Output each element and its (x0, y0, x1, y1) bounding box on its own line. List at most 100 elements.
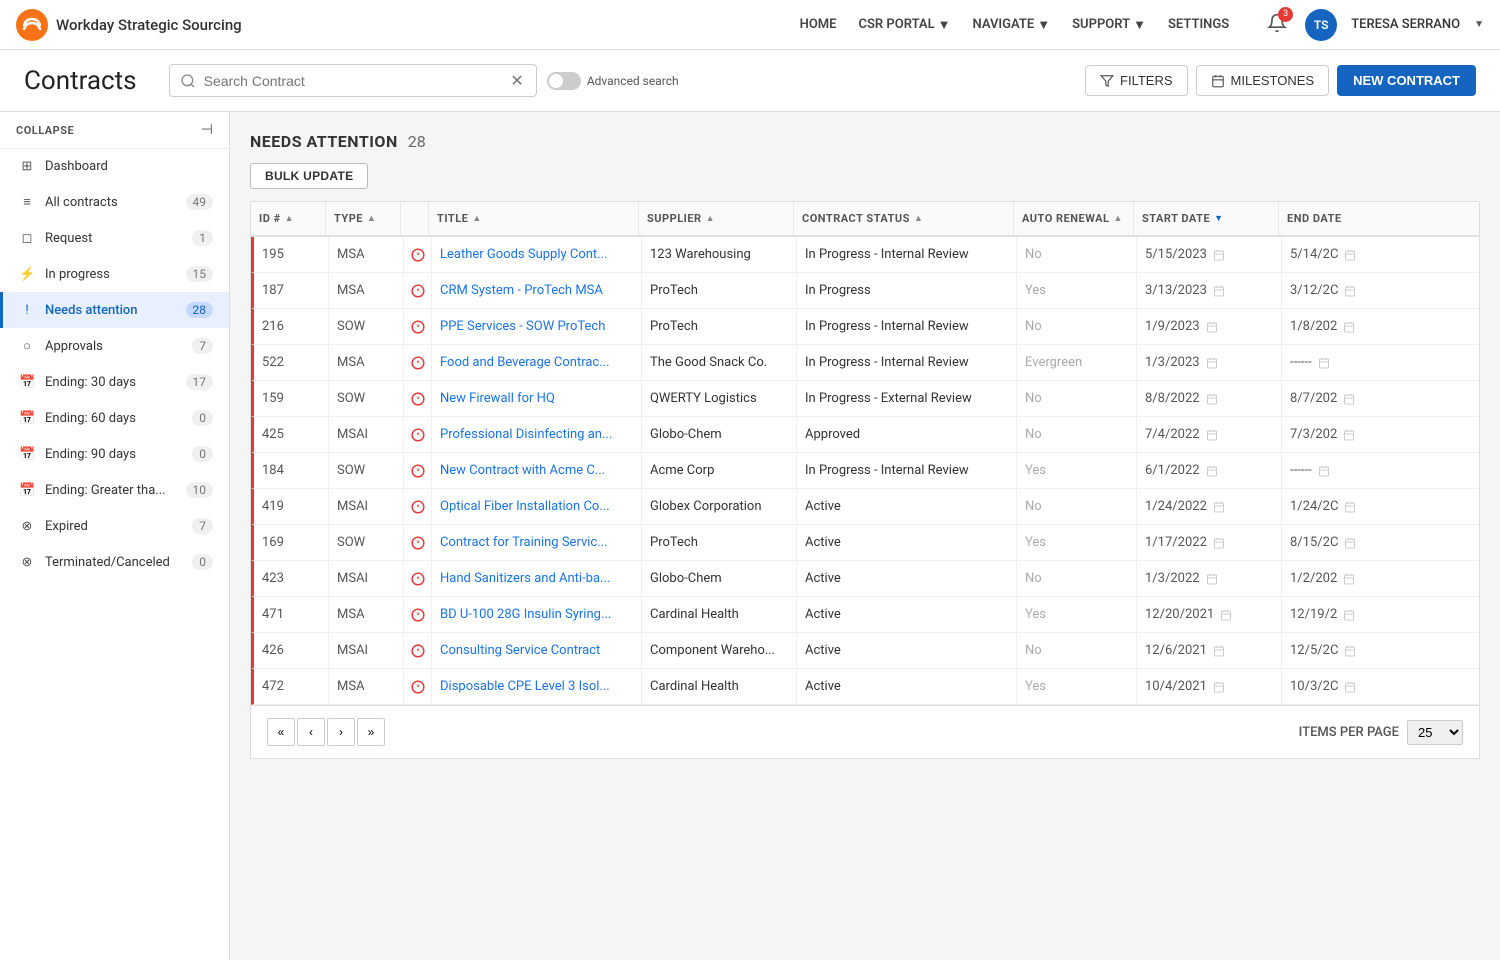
td-renewal: No (1017, 417, 1137, 452)
td-renewal: Yes (1017, 525, 1137, 560)
table-body: 195 MSA Leather Goods Supply Cont... 123… (251, 237, 1479, 705)
sidebar-item-needs-attention[interactable]: ! Needs attention 28 (0, 292, 229, 328)
td-warning-icon (404, 309, 432, 344)
td-status: Active (797, 633, 1017, 668)
nav-csr-portal[interactable]: CSR PORTAL▼ (849, 11, 961, 39)
sidebar-item-label: Ending: Greater tha... (45, 483, 176, 498)
td-warning-icon (404, 381, 432, 416)
td-renewal: No (1017, 633, 1137, 668)
td-start-date: 12/20/2021 (1137, 597, 1282, 632)
td-title[interactable]: New Contract with Acme C... (432, 453, 642, 488)
advanced-search-toggle: Advanced search (547, 72, 679, 90)
sidebar-item-label: All contracts (45, 195, 176, 210)
last-page-button[interactable]: » (357, 718, 385, 746)
sidebar-item-ending-greater[interactable]: 📅 Ending: Greater tha... 10 (0, 472, 229, 508)
date-calendar-icon (1206, 321, 1218, 333)
th-id[interactable]: ID # ▲ (251, 202, 326, 235)
clear-search-button[interactable]: ✕ (508, 71, 525, 90)
sidebar-item-in-progress[interactable]: ⚡ In progress 15 (0, 256, 229, 292)
td-title[interactable]: New Firewall for HQ (432, 381, 642, 416)
sidebar-item-label: Expired (45, 519, 182, 534)
first-page-button[interactable]: « (267, 718, 295, 746)
next-page-button[interactable]: › (327, 718, 355, 746)
td-type: MSA (329, 345, 404, 380)
td-start-date: 8/8/2022 (1137, 381, 1282, 416)
main-content: NEEDS ATTENTION 28 BULK UPDATE ID # ▲ TY… (230, 112, 1500, 960)
sidebar-item-expired[interactable]: ⊗ Expired 7 (0, 508, 229, 544)
date-calendar-icon (1213, 501, 1225, 513)
user-name[interactable]: TERESA SERRANO (1351, 17, 1460, 32)
notification-button[interactable]: 3 (1263, 9, 1291, 41)
td-status: Active (797, 489, 1017, 524)
advanced-search-label[interactable]: Advanced search (587, 74, 679, 88)
date-calendar-icon (1213, 537, 1225, 549)
td-title[interactable]: Consulting Service Contract (432, 633, 642, 668)
td-status: In Progress (797, 273, 1017, 308)
td-title[interactable]: BD U-100 28G Insulin Syring... (432, 597, 642, 632)
sidebar-item-label: Request (45, 231, 182, 246)
td-title[interactable]: Contract for Training Servic... (432, 525, 642, 560)
sidebar-item-label: In progress (45, 267, 176, 282)
th-title[interactable]: TITLE ▲ (429, 202, 639, 235)
sidebar-item-ending-60[interactable]: 📅 Ending: 60 days 0 (0, 400, 229, 436)
td-type: MSA (329, 597, 404, 632)
td-type: MSAI (329, 417, 404, 452)
sidebar-item-ending-30[interactable]: 📅 Ending: 30 days 17 (0, 364, 229, 400)
th-type[interactable]: TYPE ▲ (326, 202, 401, 235)
td-type: MSAI (329, 633, 404, 668)
sidebar-item-ending-90[interactable]: 📅 Ending: 90 days 0 (0, 436, 229, 472)
td-title[interactable]: Leather Goods Supply Cont... (432, 237, 642, 272)
sidebar-item-request[interactable]: ◻ Request 1 (0, 220, 229, 256)
td-title[interactable]: Disposable CPE Level 3 Isol... (432, 669, 642, 704)
user-avatar[interactable]: TS (1305, 9, 1337, 41)
advanced-search-switch[interactable] (547, 72, 581, 90)
new-contract-button[interactable]: NEW CONTRACT (1337, 65, 1476, 96)
td-title[interactable]: Food and Beverage Contrac... (432, 345, 642, 380)
td-status: In Progress - Internal Review (797, 345, 1017, 380)
nav-settings[interactable]: SETTINGS (1158, 11, 1239, 38)
td-supplier: Globo-Chem (642, 561, 797, 596)
bulk-update-button[interactable]: BULK UPDATE (250, 163, 368, 189)
td-supplier: Globo-Chem (642, 417, 797, 452)
table-row: 184 SOW New Contract with Acme C... Acme… (251, 453, 1479, 489)
th-start-date[interactable]: START DATE ▼ (1134, 202, 1279, 235)
td-title[interactable]: Hand Sanitizers and Anti-ba... (432, 561, 642, 596)
th-end-date[interactable]: END DATE (1279, 202, 1374, 235)
calendar-90-icon: 📅 (19, 447, 35, 462)
milestones-button[interactable]: MILESTONES (1196, 65, 1330, 96)
sidebar-item-dashboard[interactable]: ⊞ Dashboard (0, 149, 229, 184)
filters-button[interactable]: FILTERS (1085, 65, 1188, 96)
sidebar-item-terminated[interactable]: ⊗ Terminated/Canceled 0 (0, 544, 229, 580)
sort-icon: ▲ (367, 213, 376, 224)
td-title[interactable]: CRM System - ProTech MSA (432, 273, 642, 308)
th-renewal[interactable]: AUTO RENEWAL ▲ (1014, 202, 1134, 235)
sidebar-item-label: Needs attention (45, 303, 176, 318)
per-page-select[interactable]: 10 25 50 100 (1407, 720, 1463, 745)
td-title[interactable]: Professional Disinfecting an... (432, 417, 642, 452)
th-supplier[interactable]: SUPPLIER ▲ (639, 202, 794, 235)
sidebar-item-all-contracts[interactable]: ≡ All contracts 49 (0, 184, 229, 220)
td-status: In Progress - Internal Review (797, 237, 1017, 272)
td-title[interactable]: Optical Fiber Installation Co... (432, 489, 642, 524)
calendar-30-icon: 📅 (19, 375, 35, 390)
navigate-chevron-icon: ▼ (1037, 17, 1050, 33)
td-id: 471 (254, 597, 329, 632)
sidebar-item-approvals[interactable]: ○ Approvals 7 (0, 328, 229, 364)
td-type: MSA (329, 273, 404, 308)
td-title[interactable]: PPE Services - SOW ProTech (432, 309, 642, 344)
nav-support[interactable]: SUPPORT▼ (1062, 11, 1156, 39)
prev-page-button[interactable]: ‹ (297, 718, 325, 746)
td-type: SOW (329, 309, 404, 344)
td-end-date: 1/24/2C (1282, 489, 1377, 524)
td-end-date: 12/5/2C (1282, 633, 1377, 668)
sidebar-item-count: 49 (186, 194, 214, 210)
search-input[interactable] (204, 73, 509, 89)
end-date-calendar-icon (1344, 501, 1356, 513)
nav-navigate[interactable]: NAVIGATE▼ (963, 11, 1061, 39)
td-id: 187 (254, 273, 329, 308)
sidebar-collapse-button[interactable]: COLLAPSE ⊣ (0, 112, 229, 149)
th-status[interactable]: CONTRACT STATUS ▲ (794, 202, 1014, 235)
end-date-calendar-icon (1344, 537, 1356, 549)
nav-home[interactable]: HOME (790, 11, 847, 38)
sidebar-item-label: Ending: 30 days (45, 375, 176, 390)
